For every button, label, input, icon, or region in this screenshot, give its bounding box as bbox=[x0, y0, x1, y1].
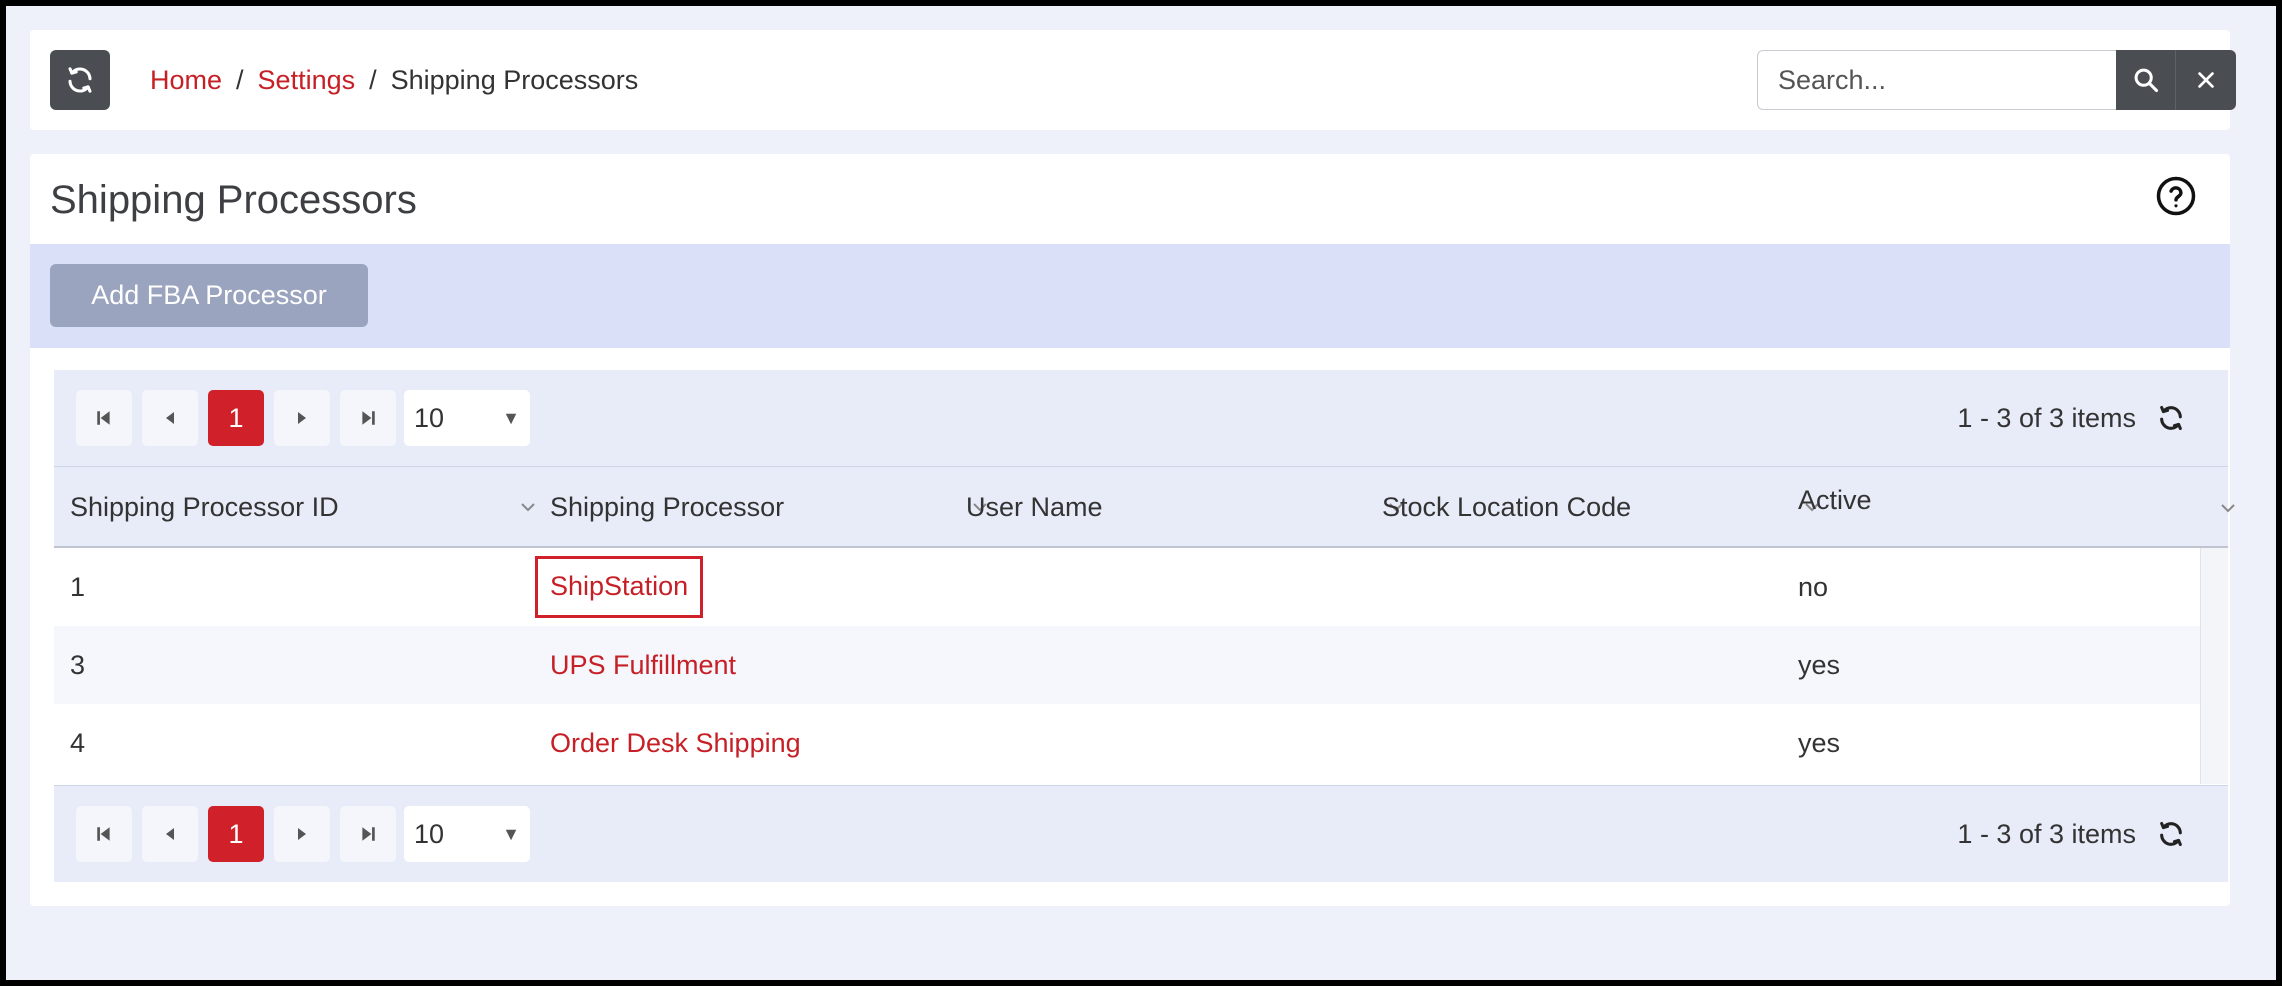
breadcrumb-current: Shipping Processors bbox=[390, 64, 639, 95]
search-group bbox=[1757, 50, 2236, 110]
cell-processor-link[interactable]: Order Desk Shipping bbox=[550, 704, 801, 782]
page-size-value: 10 bbox=[414, 402, 445, 433]
pager-top: 1 10 ▼ 1 - 3 of 3 items bbox=[54, 370, 2228, 466]
first-page-icon bbox=[97, 827, 110, 841]
column-header-processor[interactable]: Shipping Processor bbox=[550, 467, 987, 547]
column-header-label: Stock Location Code bbox=[1382, 491, 1632, 522]
table-header: Shipping Processor ID Shipping Processor… bbox=[54, 466, 2235, 548]
add-fba-processor-button[interactable]: Add FBA Processor bbox=[50, 264, 368, 327]
last-page-icon bbox=[362, 411, 375, 425]
next-page-icon bbox=[298, 828, 306, 840]
chevron-down-icon[interactable] bbox=[2217, 497, 2239, 519]
processor-link-text[interactable]: ShipStation bbox=[535, 556, 704, 618]
prev-page-icon bbox=[166, 828, 174, 840]
caret-down-icon: ▼ bbox=[502, 823, 520, 844]
prev-page-button[interactable] bbox=[142, 390, 198, 446]
main-card: Shipping Processors Add FBA Processor 1 bbox=[30, 154, 2235, 906]
app-frame: Home / Settings / Shipping Processors Sh… bbox=[6, 6, 2276, 980]
next-page-button[interactable] bbox=[274, 390, 330, 446]
top-bar: Home / Settings / Shipping Processors bbox=[30, 30, 2236, 130]
column-header-user-name[interactable]: User Name bbox=[966, 467, 1403, 547]
breadcrumb-separator: / bbox=[236, 64, 244, 95]
page-size-value: 10 bbox=[414, 818, 445, 849]
breadcrumb-settings[interactable]: Settings bbox=[258, 65, 356, 96]
next-page-icon bbox=[298, 412, 306, 424]
refresh-icon bbox=[2160, 405, 2182, 431]
search-input[interactable] bbox=[1757, 50, 2116, 110]
cell-id: 1 bbox=[70, 571, 86, 602]
table-row[interactable]: 1 ShipStation no bbox=[54, 548, 2200, 626]
caret-down-icon: ▼ bbox=[502, 407, 520, 428]
first-page-button[interactable] bbox=[76, 806, 132, 862]
table-row[interactable]: 4 Order Desk Shipping yes bbox=[54, 704, 2200, 782]
table-row[interactable]: 3 UPS Fulfillment yes bbox=[54, 626, 2200, 704]
page-button-current[interactable]: 1 bbox=[208, 390, 264, 446]
column-header-active[interactable]: Active bbox=[1798, 467, 2235, 547]
breadcrumb: Home / Settings / Shipping Processors bbox=[150, 30, 638, 130]
breadcrumb-separator: / bbox=[369, 64, 377, 95]
cell-active: yes bbox=[1798, 649, 1841, 680]
cell-active: yes bbox=[1798, 727, 1841, 758]
search-icon bbox=[2134, 68, 2158, 93]
first-page-button[interactable] bbox=[76, 390, 132, 446]
clear-search-button[interactable] bbox=[2176, 50, 2236, 110]
pager-info: 1 - 3 of 3 items bbox=[1957, 818, 2136, 849]
column-header-id[interactable]: Shipping Processor ID bbox=[70, 467, 540, 547]
first-page-icon bbox=[97, 411, 110, 425]
next-page-button[interactable] bbox=[274, 806, 330, 862]
cell-processor-link[interactable]: UPS Fulfillment bbox=[550, 626, 736, 704]
page-title: Shipping Processors bbox=[50, 178, 417, 222]
close-icon bbox=[2198, 72, 2214, 88]
cell-id: 4 bbox=[70, 727, 86, 758]
table-body: 1 ShipStation no 3 UPS Fulfillment yes 4… bbox=[54, 548, 2228, 786]
page-size-select[interactable]: 10 ▼ bbox=[404, 390, 530, 446]
column-header-label: Shipping Processor ID bbox=[70, 491, 339, 522]
toolbar: Add FBA Processor bbox=[30, 244, 2230, 348]
grid-refresh-button[interactable] bbox=[2156, 403, 2186, 433]
help-icon bbox=[2156, 176, 2196, 216]
data-grid: 1 10 ▼ 1 - 3 of 3 items Shipping Process… bbox=[54, 370, 2235, 882]
cell-id: 3 bbox=[70, 649, 86, 680]
chevron-down-icon[interactable] bbox=[517, 496, 539, 518]
column-header-label: User Name bbox=[966, 491, 1103, 522]
refresh-icon bbox=[68, 67, 92, 93]
page-size-select[interactable]: 10 ▼ bbox=[404, 806, 530, 862]
pager-info: 1 - 3 of 3 items bbox=[1957, 402, 2136, 433]
last-page-icon bbox=[362, 827, 375, 841]
cell-processor-link[interactable]: ShipStation bbox=[535, 548, 704, 626]
column-header-label: Active bbox=[1798, 485, 1872, 515]
page-button-current[interactable]: 1 bbox=[208, 806, 264, 862]
last-page-button[interactable] bbox=[340, 806, 396, 862]
last-page-button[interactable] bbox=[340, 390, 396, 446]
refresh-button[interactable] bbox=[50, 50, 110, 110]
search-button[interactable] bbox=[2116, 50, 2176, 110]
pager-bottom: 1 10 ▼ 1 - 3 of 3 items bbox=[54, 786, 2228, 882]
prev-page-icon bbox=[166, 412, 174, 424]
prev-page-button[interactable] bbox=[142, 806, 198, 862]
refresh-icon bbox=[2160, 821, 2182, 847]
cell-active: no bbox=[1798, 571, 1829, 602]
vertical-scrollbar[interactable] bbox=[2200, 548, 2228, 784]
column-header-label: Shipping Processor bbox=[550, 491, 785, 522]
column-header-stock-location[interactable]: Stock Location Code bbox=[1382, 467, 1819, 547]
grid-refresh-button[interactable] bbox=[2156, 819, 2186, 849]
help-button[interactable] bbox=[2154, 174, 2198, 218]
breadcrumb-home[interactable]: Home bbox=[150, 65, 222, 96]
